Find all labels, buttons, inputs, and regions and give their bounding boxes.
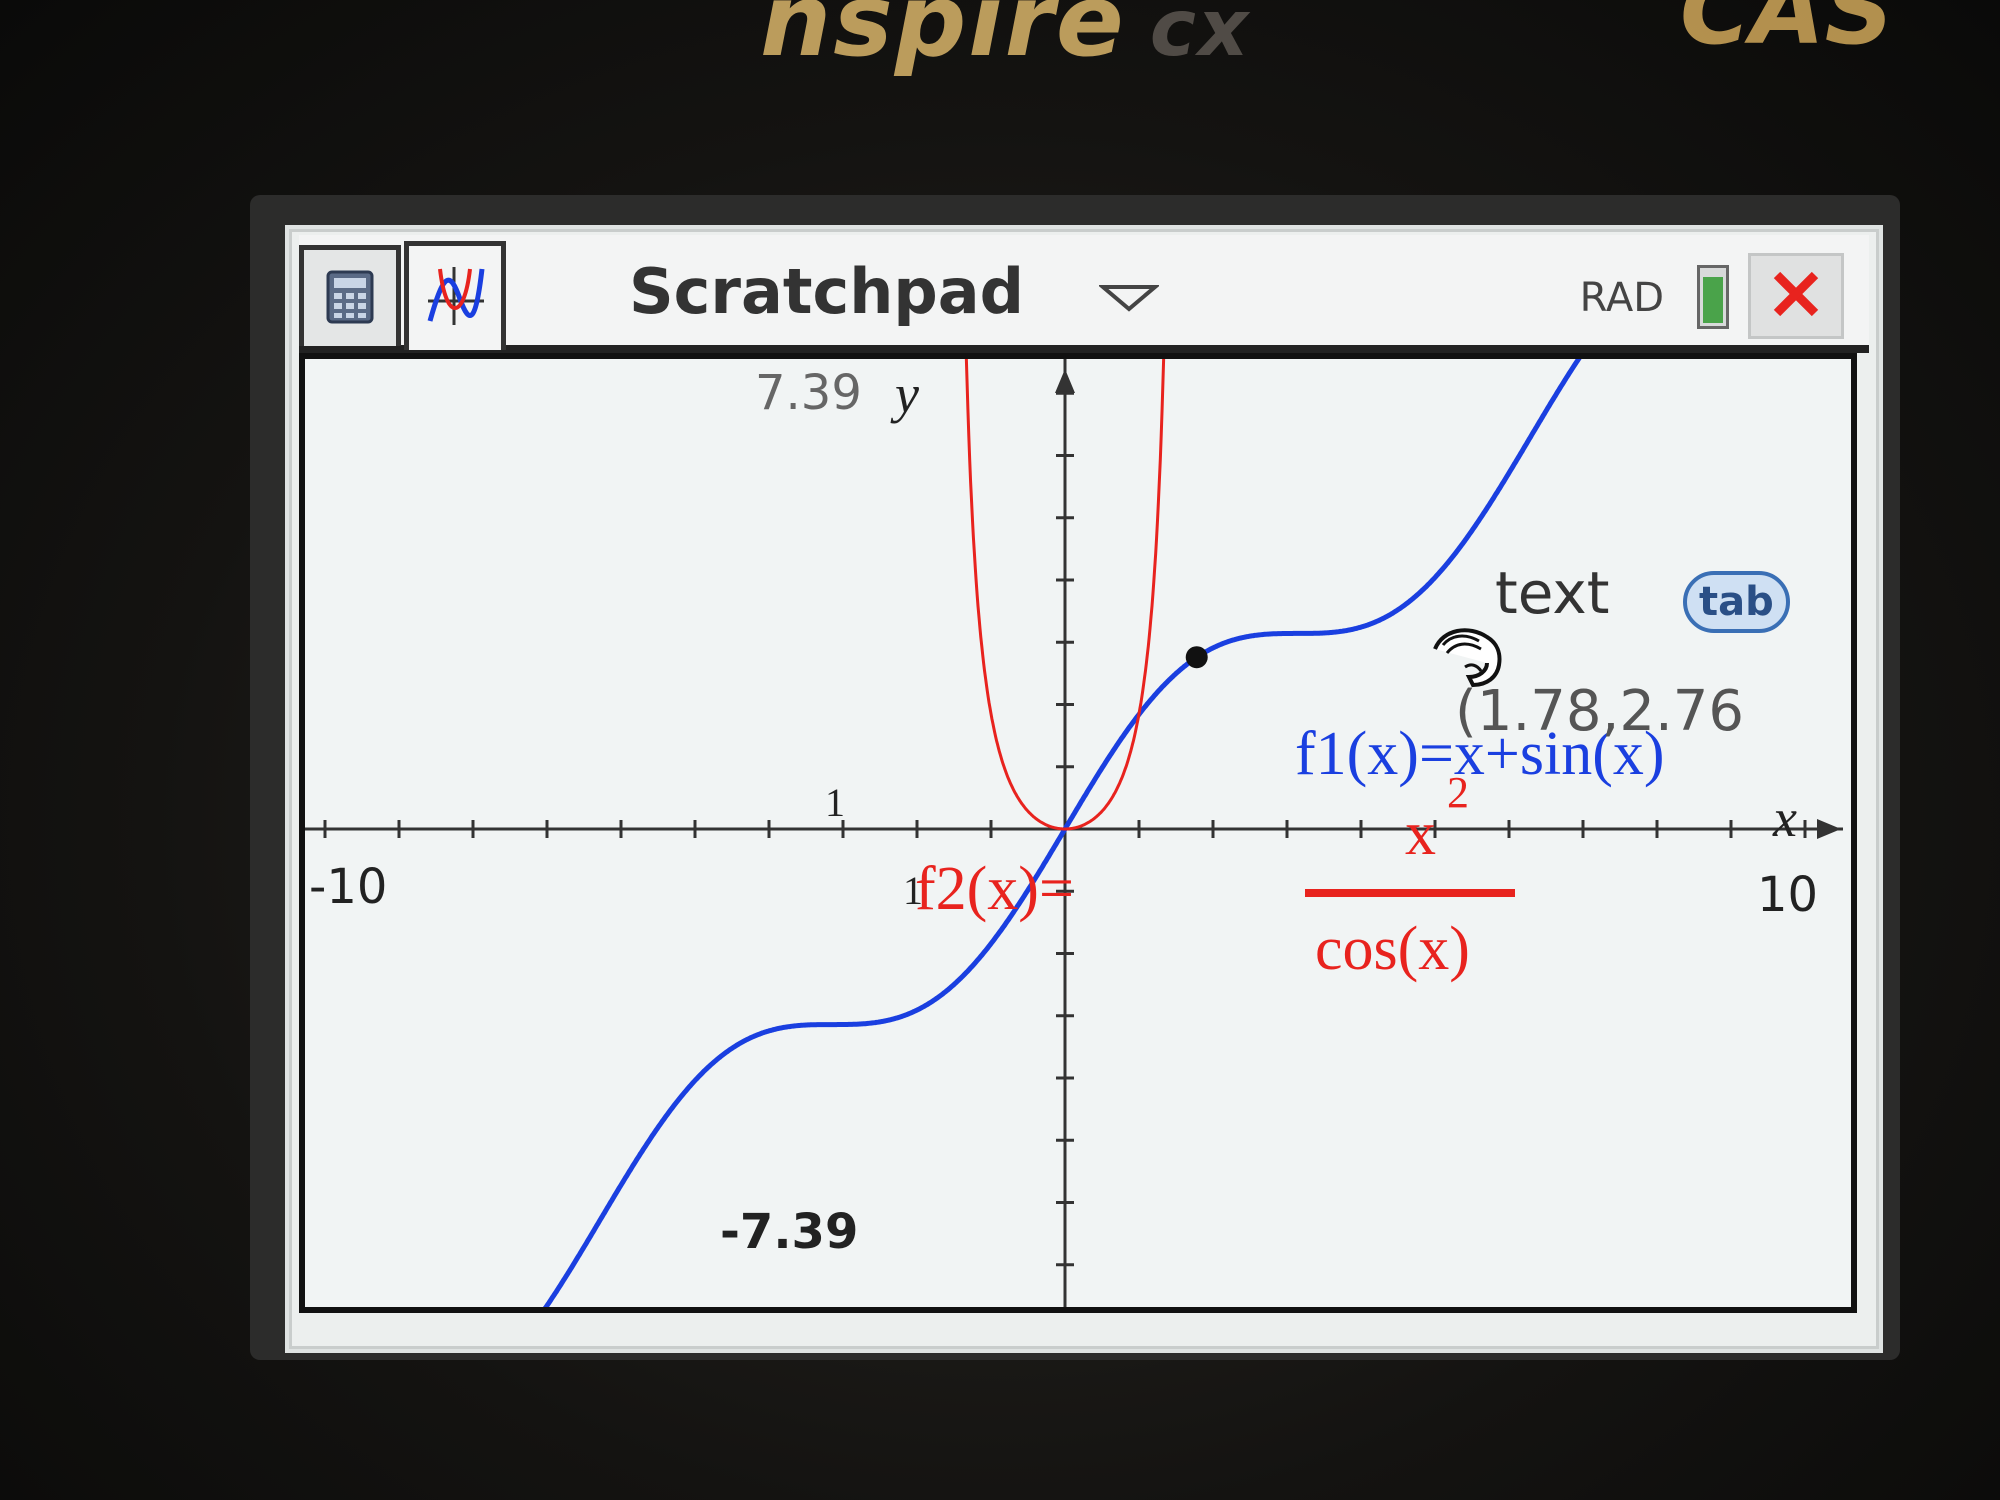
x-max-label: 10 — [1757, 867, 1819, 923]
close-icon — [1769, 267, 1823, 326]
y-axis-arrow — [1055, 369, 1075, 393]
title-bar: Scratchpad RAD — [299, 235, 1869, 353]
battery-level-fill — [1703, 276, 1723, 323]
document-title[interactable]: Scratchpad — [629, 255, 1024, 328]
title-menu-chevron-down-icon[interactable] — [1097, 283, 1161, 318]
close-button[interactable] — [1748, 253, 1844, 339]
calculator-icon — [320, 266, 380, 331]
f2-fraction-bar — [1305, 889, 1515, 897]
f2-numerator[interactable]: x — [1405, 799, 1436, 870]
x-axis-name: x — [1773, 788, 1797, 848]
battery-icon — [1697, 265, 1729, 329]
f2-name-label[interactable]: f2(x)= — [915, 854, 1074, 925]
x-min-label: -10 — [309, 859, 388, 915]
brand-cas-label: CAS — [1680, 0, 1894, 66]
f2-exponent[interactable]: 2 — [1447, 767, 1469, 818]
calculator-screen: Scratchpad RAD 7.39 y -7.39 -10 10 x 1 1… — [285, 225, 1883, 1353]
tab-calculator[interactable] — [299, 245, 401, 346]
y-tick-one-label: 1 — [825, 780, 845, 825]
y-max-label: 7.39 — [755, 365, 862, 421]
f2-denominator[interactable]: cos(x) — [1315, 914, 1470, 985]
x-axis-arrow — [1817, 819, 1841, 839]
trace-point — [1185, 646, 1208, 669]
angle-mode-indicator: RAD — [1579, 275, 1664, 321]
brand-logo: nspire cx — [760, 0, 1251, 79]
graph-canvas[interactable]: 7.39 y -7.39 -10 10 x 1 1 f1(x)=x+sin(x)… — [299, 353, 1857, 1313]
tab-graphs[interactable] — [404, 241, 506, 350]
text-hint-label: text — [1495, 559, 1610, 627]
graph-plot[interactable] — [305, 359, 1851, 1307]
grab-hand-icon[interactable] — [1425, 619, 1515, 704]
tab-key-badge: tab — [1683, 571, 1790, 633]
y-axis-name: y — [895, 364, 919, 424]
graph-icon — [420, 261, 490, 336]
y-min-label: -7.39 — [720, 1204, 859, 1260]
